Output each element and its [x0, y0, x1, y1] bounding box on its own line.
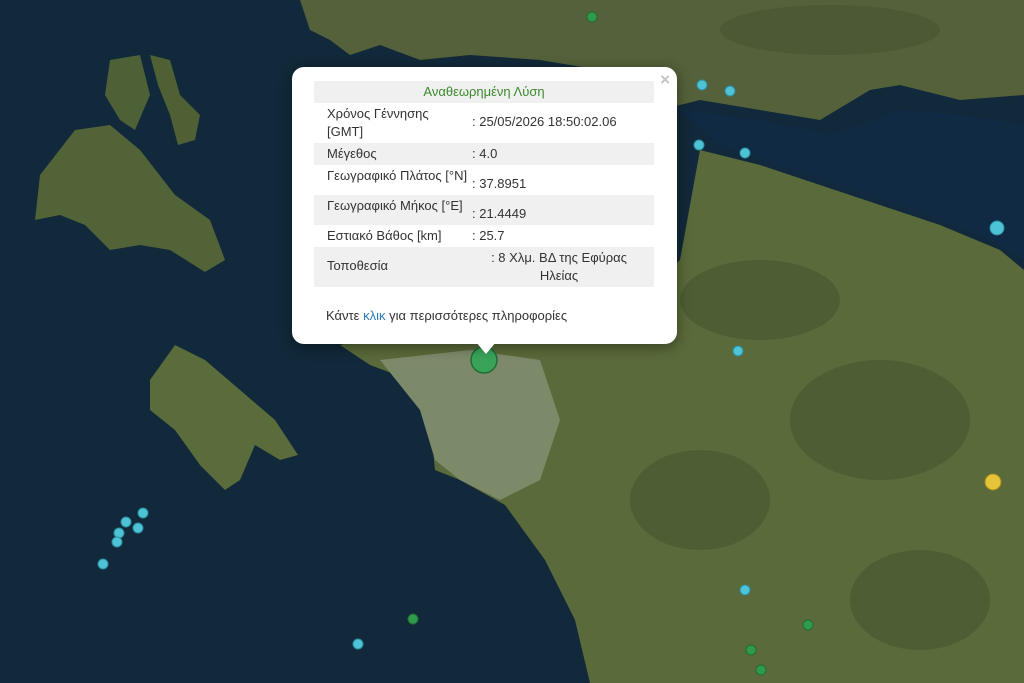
- detail-row-depth: Εστιακό Βάθος [km] : 25.7: [314, 225, 654, 247]
- detail-row-origin-time: Χρόνος Γέννησης [GMT] : 25/05/2026 18:50…: [314, 103, 654, 143]
- earthquake-marker-cyan[interactable]: [696, 79, 708, 91]
- earthquake-marker-cyan[interactable]: [693, 139, 705, 151]
- more-info-text: Κάντε κλικ για περισσότερες πληροφορίες: [314, 308, 654, 323]
- earthquake-marker-green[interactable]: [407, 613, 419, 625]
- detail-value: : 4.0: [472, 146, 498, 161]
- popup-details: Χρόνος Γέννησης [GMT] : 25/05/2026 18:50…: [314, 103, 654, 287]
- earthquake-marker-cyan[interactable]: [739, 584, 751, 596]
- earthquake-marker-cyan[interactable]: [132, 522, 144, 534]
- detail-value: : 21.4449: [472, 206, 527, 221]
- earthquake-marker-cyan[interactable]: [137, 507, 149, 519]
- earthquake-marker-green[interactable]: [802, 619, 814, 631]
- earthquake-marker-cyan[interactable]: [97, 558, 109, 570]
- detail-label: Εστιακό Βάθος [km]: [327, 228, 442, 243]
- detail-row-magnitude: Μέγεθος : 4.0: [314, 143, 654, 165]
- earthquake-marker-cyan[interactable]: [724, 85, 736, 97]
- earthquake-marker-green[interactable]: [745, 644, 757, 656]
- more-info-suffix: για περισσότερες πληροφορίες: [389, 308, 568, 323]
- earthquake-popup: × Αναθεωρημένη Λύση Χρόνος Γέννησης [GMT…: [292, 67, 677, 354]
- detail-value: : 25/05/2026 18:50:02.06: [472, 114, 617, 129]
- earthquake-marker-cyan[interactable]: [352, 638, 364, 650]
- earthquake-marker-cyan[interactable]: [111, 536, 123, 548]
- detail-value: : 37.8951: [472, 176, 527, 191]
- earthquake-marker-cyan[interactable]: [739, 147, 751, 159]
- popup-tip: [476, 342, 496, 354]
- earthquake-marker-cyan[interactable]: [120, 516, 132, 528]
- detail-row-location: Τοποθεσία : 8 Χλμ. ΒΔ της Εφύρας Ηλείας: [314, 247, 654, 287]
- close-icon[interactable]: ×: [660, 70, 670, 90]
- earthquake-marker-cyan[interactable]: [732, 345, 744, 357]
- more-info-prefix: Κάντε: [326, 308, 360, 323]
- detail-label: Χρόνος Γέννησης [GMT]: [327, 106, 429, 139]
- detail-label: Μέγεθος: [327, 146, 377, 161]
- detail-value: : 8 Χλμ. ΒΔ της Εφύρας Ηλείας: [491, 250, 627, 283]
- earthquake-marker-yellow[interactable]: [984, 473, 1002, 491]
- popup-title: Αναθεωρημένη Λύση: [314, 81, 654, 103]
- earthquake-marker-green[interactable]: [586, 11, 598, 23]
- detail-label: Γεωγραφικό Πλάτος [°N]: [327, 168, 468, 183]
- detail-label: Γεωγραφικό Μήκος [°E]: [327, 198, 463, 213]
- detail-value: : 25.7: [472, 228, 505, 243]
- earthquake-marker-green[interactable]: [755, 664, 767, 676]
- detail-label: Τοποθεσία: [327, 258, 389, 273]
- earthquake-marker-cyan[interactable]: [989, 220, 1005, 236]
- detail-row-latitude: Γεωγραφικό Πλάτος [°N] : 37.8951: [314, 165, 654, 195]
- detail-row-longitude: Γεωγραφικό Μήκος [°E] : 21.4449: [314, 195, 654, 225]
- earthquake-marker-cyan[interactable]: [113, 527, 125, 539]
- more-info-link[interactable]: κλικ: [363, 308, 385, 323]
